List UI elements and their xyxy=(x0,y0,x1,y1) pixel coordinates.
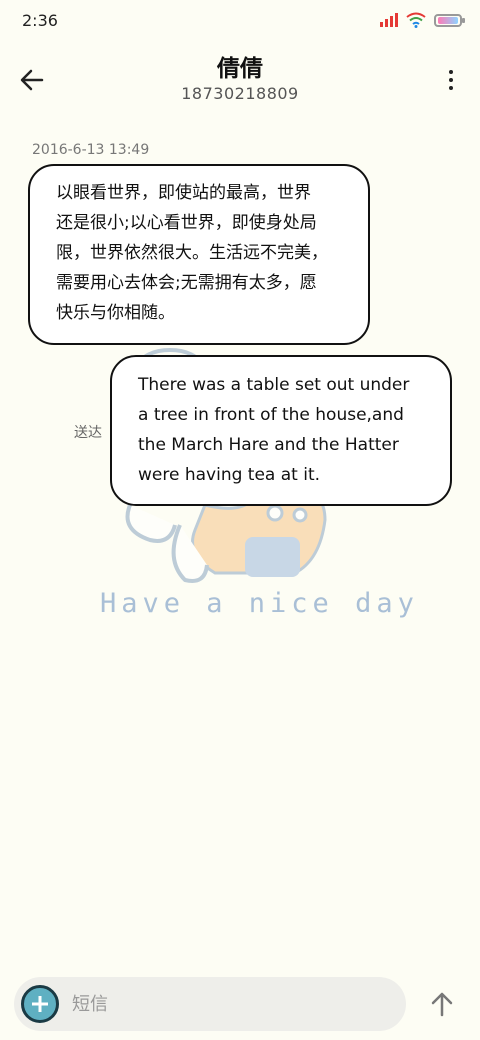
delivery-status: 送达 xyxy=(74,425,102,441)
message-line: 限，世界依然很大。生活远不完美， xyxy=(56,243,328,263)
incoming-message-bubble[interactable]: 以眼看世界，即使站的最高，世界 还是很小;以心看世界，即使身处局 限，世界依然很… xyxy=(28,164,370,345)
status-icons xyxy=(380,12,465,28)
wallpaper-text: Have a nice day xyxy=(100,588,419,619)
contact-phone: 18730218809 xyxy=(181,84,299,103)
message-timestamp: 2016-6-13 13:49 xyxy=(32,142,150,158)
compose-bar xyxy=(14,977,406,1031)
message-line: 还是很小;以心看世界，即使身处局 xyxy=(56,213,317,233)
outgoing-message-bubble[interactable]: There was a table set out under a tree i… xyxy=(110,355,452,506)
battery-icon xyxy=(434,13,465,27)
more-options-icon[interactable] xyxy=(444,64,458,96)
status-bar: 2:36 xyxy=(0,0,480,44)
message-line: 快乐与你相随。 xyxy=(56,303,175,323)
message-line: a tree in front of the house,and xyxy=(138,405,404,425)
send-arrow-icon[interactable] xyxy=(426,988,458,1020)
add-attachment-icon[interactable] xyxy=(21,985,59,1023)
signal-icon xyxy=(380,13,398,27)
message-line: the March Hare and the Hatter xyxy=(138,435,399,455)
conversation-header: 倩倩 18730218809 xyxy=(0,50,480,110)
contact-info: 倩倩 18730218809 xyxy=(0,54,480,104)
wifi-icon xyxy=(406,12,426,28)
message-line: were having tea at it. xyxy=(138,465,321,485)
sms-input[interactable] xyxy=(72,990,392,1018)
message-line: There was a table set out under xyxy=(138,375,410,395)
contact-name: 倩倩 xyxy=(217,56,263,82)
message-line: 以眼看世界，即使站的最高，世界 xyxy=(56,183,311,203)
message-line: 需要用心去体会;无需拥有太多，愿 xyxy=(56,273,317,293)
status-time: 2:36 xyxy=(22,11,58,30)
sms-conversation-screen: 2:36 倩倩 18730218809 Have a nice day 2016… xyxy=(0,0,480,1040)
